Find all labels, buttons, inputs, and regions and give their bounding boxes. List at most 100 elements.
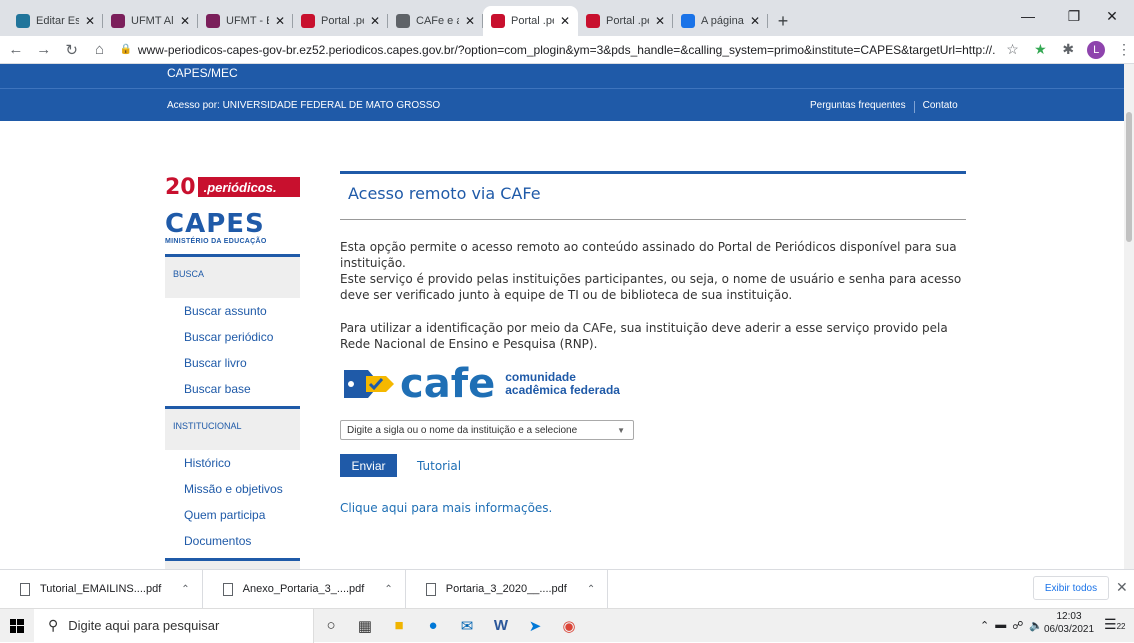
tab-label: Portal .periódi — [321, 15, 364, 27]
tab-label: Portal .periódi — [511, 15, 554, 27]
mail-icon[interactable]: ✉ — [450, 609, 484, 643]
portal-icon — [491, 14, 505, 28]
new-tab-button[interactable]: + — [768, 6, 798, 36]
cafe-sub-2: acadêmica federada — [505, 383, 620, 397]
cafe-tag-icon — [340, 366, 394, 402]
site-brand: CAPES/MEC — [167, 66, 238, 80]
address-bar[interactable]: 🔒 www-periodicos-capes-gov-br.ez52.perio… — [119, 38, 994, 62]
tutorial-link[interactable]: Tutorial — [417, 459, 461, 473]
tray-chevron-icon[interactable]: ⌃ — [980, 619, 989, 632]
minimize-button[interactable]: — — [1006, 0, 1050, 32]
browser-tab[interactable]: Portal .periódi ✕ — [293, 6, 388, 36]
task-view-icon[interactable]: ▦ — [348, 609, 382, 643]
page-title: Acesso remoto via CAFe — [348, 184, 541, 203]
more-info-link[interactable]: Clique aqui para mais informações. — [340, 501, 966, 515]
app-icon[interactable]: ➤ — [518, 609, 552, 643]
search-icon: ⚲ — [48, 617, 59, 633]
notification-count: 22 — [1116, 622, 1126, 631]
network-icon[interactable]: ☍ — [1012, 619, 1023, 632]
file-icon — [222, 582, 233, 596]
periodicos-20-logo[interactable]: 20 .periódicos. — [165, 174, 300, 200]
download-item[interactable]: Anexo_Portaria_3_....pdf ⌃ — [203, 569, 406, 609]
browser-tab-strip: Editar Estrutur✕UFMT Aluno -✕UFMT - BIBL… — [0, 0, 1134, 36]
profile-avatar[interactable]: L — [1086, 40, 1106, 60]
browser-tab[interactable]: CAFe e acesso ✕ — [388, 6, 483, 36]
reload-icon[interactable]: ↻ — [60, 38, 84, 62]
ufmt-icon — [111, 14, 125, 28]
scrollbar-thumb[interactable] — [1126, 112, 1132, 242]
download-item[interactable]: Tutorial_EMAILINS....pdf ⌃ — [0, 569, 203, 609]
browser-tab[interactable]: Portal .periódi ✕ — [578, 6, 673, 36]
sidebar-institucional-item[interactable]: Missão e objetivos — [165, 476, 300, 502]
close-tab-icon[interactable]: ✕ — [465, 14, 475, 28]
contact-link[interactable]: Contato — [923, 100, 958, 113]
sidebar-busca-item[interactable]: Buscar base — [165, 376, 300, 402]
close-window-button[interactable]: ✕ — [1090, 0, 1134, 32]
web-page: CAPES/MEC Acesso por: UNIVERSIDADE FEDER… — [0, 64, 1124, 569]
header-divider — [0, 88, 1124, 89]
link-divider — [913, 101, 915, 113]
sidebar: 20 .periódicos. CAPES MINISTÉRIO DA EDUC… — [165, 174, 300, 569]
download-filename: Portaria_3_2020__....pdf — [445, 583, 567, 595]
clock-date: 06/03/2021 — [1043, 624, 1095, 635]
taskbar-clock[interactable]: 12:03 06/03/2021 — [1040, 610, 1098, 636]
extensions-puzzle-icon[interactable]: ✱ — [1058, 40, 1078, 60]
browser-tab[interactable]: UFMT Aluno - ✕ — [103, 6, 198, 36]
chevron-up-icon[interactable]: ⌃ — [587, 584, 595, 595]
battery-icon[interactable]: ▬ — [995, 619, 1006, 631]
page-icon — [681, 14, 695, 28]
tab-label: UFMT - BIBLIO — [226, 15, 269, 27]
tab-label: Editar Estrutur — [36, 15, 79, 27]
cafe-paragraph: Para utilizar a identificação por meio d… — [340, 321, 948, 351]
system-tray: ⌃ ▬ ☍ 🔈 — [980, 608, 1043, 642]
sidebar-institucional-item[interactable]: Histórico — [165, 450, 300, 476]
close-tab-icon[interactable]: ✕ — [180, 14, 190, 28]
close-tab-icon[interactable]: ✕ — [85, 14, 95, 28]
file-explorer-icon[interactable]: ■ — [382, 609, 416, 643]
chevron-up-icon[interactable]: ⌃ — [384, 584, 392, 595]
send-button[interactable]: Enviar — [340, 454, 397, 477]
close-tab-icon[interactable]: ✕ — [275, 14, 285, 28]
institucional-section-header: INSTITUCIONAL — [165, 406, 300, 450]
extension-shield-icon[interactable]: ★ — [1030, 40, 1050, 60]
notifications-icon[interactable]: ☰22 — [1104, 616, 1125, 633]
url-text: www-periodicos-capes-gov-br.ez52.periodi… — [137, 42, 995, 57]
sidebar-busca-item[interactable]: Buscar livro — [165, 350, 300, 376]
taskbar-search[interactable]: ⚲ Digite aqui para pesquisar — [34, 608, 314, 643]
home-icon[interactable]: ⌂ — [88, 38, 112, 62]
sidebar-institucional-item[interactable]: Quem participa — [165, 502, 300, 528]
close-download-bar-icon[interactable]: ✕ — [1116, 579, 1128, 596]
browser-tab[interactable]: UFMT - BIBLIO ✕ — [198, 6, 293, 36]
close-tab-icon[interactable]: ✕ — [750, 14, 760, 28]
browser-tab[interactable]: Portal .periódi ✕ — [483, 6, 578, 36]
sidebar-busca-item[interactable]: Buscar assunto — [165, 298, 300, 324]
sidebar-busca-item[interactable]: Buscar periódico — [165, 324, 300, 350]
capes-logo[interactable]: CAPES MINISTÉRIO DA EDUCAÇÃO — [165, 210, 300, 250]
download-item[interactable]: Portaria_3_2020__....pdf ⌃ — [406, 569, 609, 609]
forward-icon[interactable]: → — [32, 38, 56, 62]
institution-select[interactable]: Digite a sigla ou o nome da instituição … — [340, 420, 634, 440]
word-icon[interactable]: W — [484, 609, 518, 643]
clock-time: 12:03 — [1056, 611, 1082, 622]
back-icon[interactable]: ← — [4, 38, 28, 62]
browser-tab[interactable]: Editar Estrutur ✕ — [8, 6, 103, 36]
chrome-icon[interactable]: ◉ — [552, 609, 586, 643]
browser-tab[interactable]: A página não f ✕ — [673, 6, 768, 36]
windows-start-icon[interactable] — [0, 609, 34, 643]
bookmark-star-icon[interactable]: ☆ — [1003, 40, 1023, 60]
cortana-icon[interactable]: ○ — [314, 609, 348, 643]
close-tab-icon[interactable]: ✕ — [655, 14, 665, 28]
download-filename: Anexo_Portaria_3_....pdf — [242, 583, 365, 595]
show-all-downloads-button[interactable]: Exibir todos — [1033, 576, 1109, 600]
portal-icon — [301, 14, 315, 28]
chevron-up-icon[interactable]: ⌃ — [181, 584, 189, 595]
faq-link[interactable]: Perguntas frequentes — [810, 100, 906, 113]
lock-icon: 🔒 — [119, 44, 132, 55]
chevron-down-icon: ▼ — [617, 425, 625, 435]
close-tab-icon[interactable]: ✕ — [370, 14, 380, 28]
browser-menu-icon[interactable]: ⋮ — [1114, 40, 1134, 60]
sidebar-institucional-item[interactable]: Documentos — [165, 528, 300, 554]
edge-icon[interactable]: ● — [416, 609, 450, 643]
file-icon — [20, 582, 30, 596]
close-tab-icon[interactable]: ✕ — [560, 14, 570, 28]
